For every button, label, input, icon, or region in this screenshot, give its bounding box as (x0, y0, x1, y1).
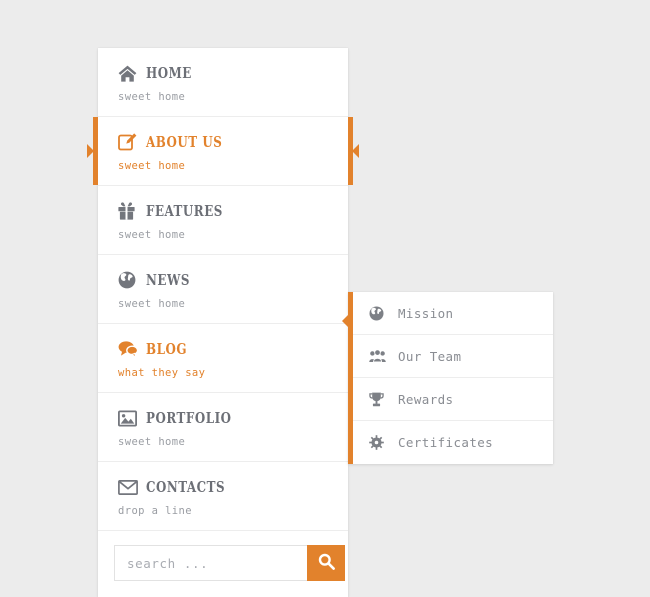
gift-icon (118, 201, 140, 221)
submenu-item-rewards[interactable]: Rewards (353, 378, 553, 421)
menu-item-subtitle: drop a line (118, 505, 192, 517)
home-icon (118, 63, 140, 83)
menu-item-portfolio[interactable]: PORTFOLIO sweet home (98, 393, 348, 462)
menu-item-blog[interactable]: BLOG what they say (98, 324, 348, 393)
menu-item-features-row: FEATURES (98, 200, 348, 222)
menu-item-title: CONTACTS (146, 478, 226, 496)
search-box (114, 545, 345, 581)
submenu-panel: Mission Our Team Rewards Certificates (342, 292, 553, 464)
menu-item-title: HOME (146, 64, 192, 82)
menu-item-subtitle: sweet home (118, 436, 186, 448)
active-left-arrow-icon (87, 144, 94, 158)
globe-icon (369, 306, 389, 321)
main-menu-panel: HOME sweet home ABOUT US sweet home FEAT… (87, 48, 359, 597)
menu-item-subtitle: sweet home (118, 91, 186, 103)
envelope-icon (118, 477, 140, 497)
image-icon (118, 408, 140, 428)
menu-item-title: FEATURES (146, 202, 223, 220)
gear-icon (369, 435, 389, 450)
menu-item-about-us[interactable]: ABOUT US sweet home (87, 117, 359, 186)
menu-item-features[interactable]: FEATURES sweet home (98, 186, 348, 255)
menu-item-news[interactable]: NEWS sweet home (98, 255, 348, 324)
menu-item-news-row: NEWS (98, 269, 348, 291)
globe-icon (118, 270, 140, 290)
active-right-arrow-icon (352, 144, 359, 158)
menu-item-title: ABOUT US (146, 133, 223, 151)
submenu-item-label: Rewards (398, 391, 454, 407)
menu-item-contacts-row: CONTACTS (98, 476, 348, 498)
submenu-item-certificates[interactable]: Certificates (353, 421, 553, 464)
search-button[interactable] (307, 545, 345, 581)
edit-icon (118, 132, 140, 152)
menu-item-home-row: HOME (98, 62, 348, 84)
menu-item-title: NEWS (146, 271, 190, 289)
submenu-item-label: Mission (398, 305, 454, 321)
users-icon (369, 349, 389, 363)
submenu-item-label: Our Team (398, 348, 462, 364)
menu-item-subtitle: sweet home (118, 298, 186, 310)
menu-item-contacts[interactable]: CONTACTS drop a line (98, 462, 348, 531)
search-row (98, 531, 348, 597)
menu-item-subtitle: sweet home (118, 160, 186, 172)
menu-item-about-us-row: ABOUT US (98, 131, 348, 153)
menu-item-title: BLOG (146, 340, 188, 358)
menu-item-subtitle: sweet home (118, 229, 186, 241)
menu-item-title: PORTFOLIO (146, 409, 232, 427)
submenu-item-mission[interactable]: Mission (353, 292, 553, 335)
menu-item-subtitle: what they say (118, 367, 206, 379)
search-input[interactable] (115, 546, 307, 580)
menu-item-blog-row: BLOG (98, 338, 348, 360)
comments-icon (118, 339, 140, 359)
submenu-item-our-team[interactable]: Our Team (353, 335, 553, 378)
trophy-icon (369, 392, 389, 407)
submenu-item-label: Certificates (398, 435, 494, 450)
menu-item-portfolio-row: PORTFOLIO (98, 407, 348, 429)
submenu-arrow-icon (342, 314, 349, 328)
menu-item-home[interactable]: HOME sweet home (98, 48, 348, 117)
search-icon (318, 553, 335, 573)
